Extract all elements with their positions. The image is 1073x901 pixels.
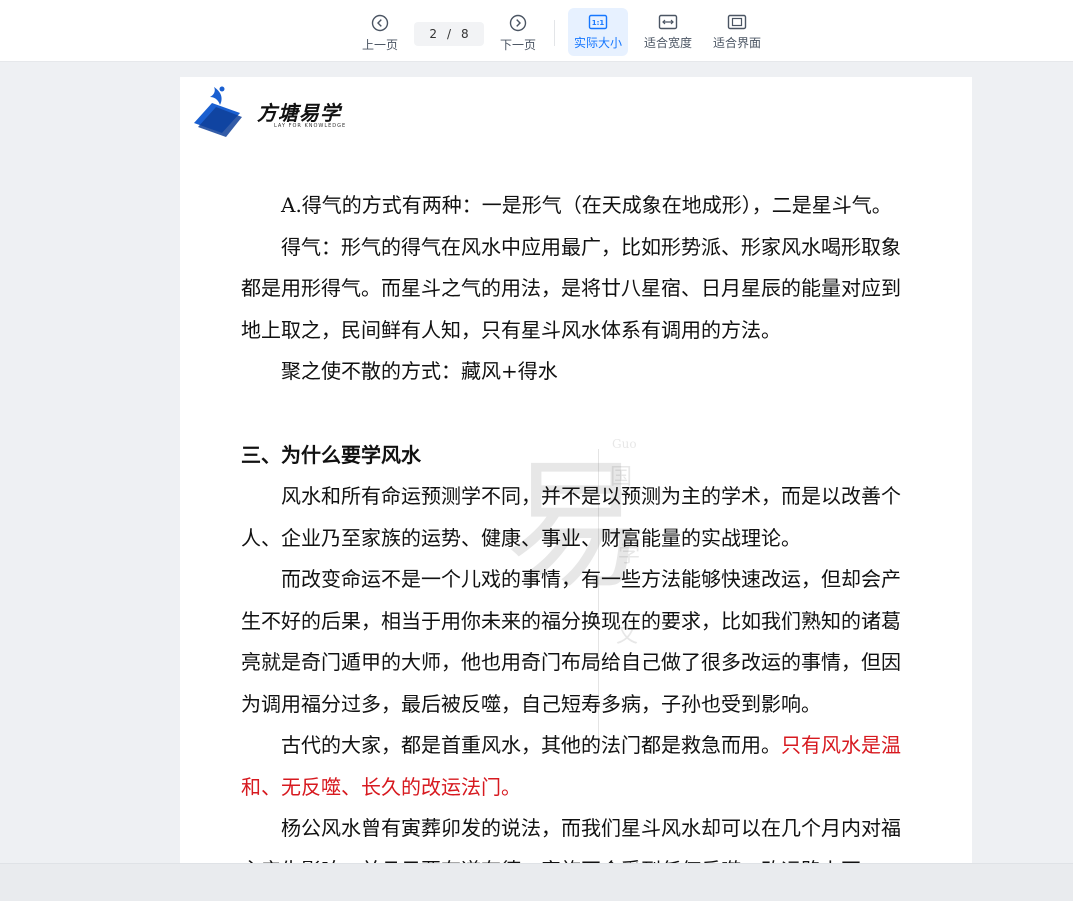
chevron-right-circle-icon bbox=[509, 14, 527, 32]
fit-screen-button[interactable]: 适合界面 bbox=[708, 8, 766, 56]
fit-width-icon bbox=[658, 14, 678, 30]
horizontal-scrollbar[interactable] bbox=[0, 863, 1073, 901]
total-pages: 8 bbox=[461, 27, 469, 41]
paragraph: 而改变命运不是一个儿戏的事情，有一些方法能够快速改运，但却会产生不好的后果，相当… bbox=[241, 567, 901, 716]
fit-width-label: 适合宽度 bbox=[643, 36, 692, 50]
current-page-input[interactable]: 2 bbox=[429, 27, 437, 41]
actual-size-label: 实际大小 bbox=[573, 36, 622, 50]
document-page: 方塘易学 LAY FOR KNOWLEDGE 易 Guo 国 学 文 A.得气的… bbox=[180, 77, 972, 863]
brand-logo: 方塘易学 LAY FOR KNOWLEDGE bbox=[190, 83, 390, 139]
paragraph: 得气：形气的得气在风水中应用最广，比如形势派、形家风水喝形取象都是用形得气。而星… bbox=[241, 234, 901, 342]
viewer-toolbar: 上一页 2 / 8 下一页 1:1 实际大小 适合宽度 适合界面 bbox=[0, 0, 1073, 62]
fit-width-button[interactable]: 适合宽度 bbox=[640, 8, 696, 56]
page-indicator[interactable]: 2 / 8 bbox=[414, 22, 484, 46]
page-separator: / bbox=[446, 27, 452, 41]
prev-page-label: 上一页 bbox=[361, 38, 398, 52]
chevron-left-circle-icon bbox=[371, 14, 389, 32]
paragraph: 杨公风水曾有寅葬卯发的说法，而我们星斗风水却可以在几个月内对福主产生影响，并且只… bbox=[241, 816, 901, 863]
paragraph: A.得气的方式有两种：一是形气（在天成象在地成形），二是星斗气。 bbox=[281, 193, 892, 217]
brand-logo-mark-icon bbox=[194, 86, 242, 137]
actual-size-button[interactable]: 1:1 实际大小 bbox=[568, 8, 628, 56]
paragraph-text: 古代的大家，都是首重风水，其他的法门都是救急而用。 bbox=[281, 733, 781, 757]
paragraph: 聚之使不散的方式：藏风+得水 bbox=[281, 359, 558, 383]
actual-size-icon: 1:1 bbox=[588, 14, 608, 30]
prev-page-button[interactable]: 上一页 bbox=[358, 8, 402, 56]
document-viewer[interactable]: 方塘易学 LAY FOR KNOWLEDGE 易 Guo 国 学 文 A.得气的… bbox=[0, 63, 1073, 863]
fit-screen-icon bbox=[727, 14, 747, 30]
next-page-label: 下一页 bbox=[499, 38, 536, 52]
brand-logo-subtitle: LAY FOR KNOWLEDGE bbox=[274, 123, 347, 129]
toolbar-divider bbox=[554, 20, 555, 46]
paragraph: 古代的大家，都是首重风水，其他的法门都是救急而用。只有风水是温和、无反噬、长久的… bbox=[241, 725, 915, 808]
section-heading: 三、为什么要学风水 bbox=[241, 442, 421, 467]
fit-screen-label: 适合界面 bbox=[712, 36, 761, 50]
brand-logo-title: 方塘易学 bbox=[257, 101, 341, 125]
document-body: A.得气的方式有两种：一是形气（在天成象在地成形），二是星斗气。 得气：形气的得… bbox=[241, 185, 915, 863]
paragraph: 风水和所有命运预测学不同，并不是以预测为主的学术，而是以改善个人、企业乃至家族的… bbox=[241, 484, 901, 550]
next-page-button[interactable]: 下一页 bbox=[496, 8, 540, 56]
actual-size-icon-text: 1:1 bbox=[592, 19, 605, 27]
